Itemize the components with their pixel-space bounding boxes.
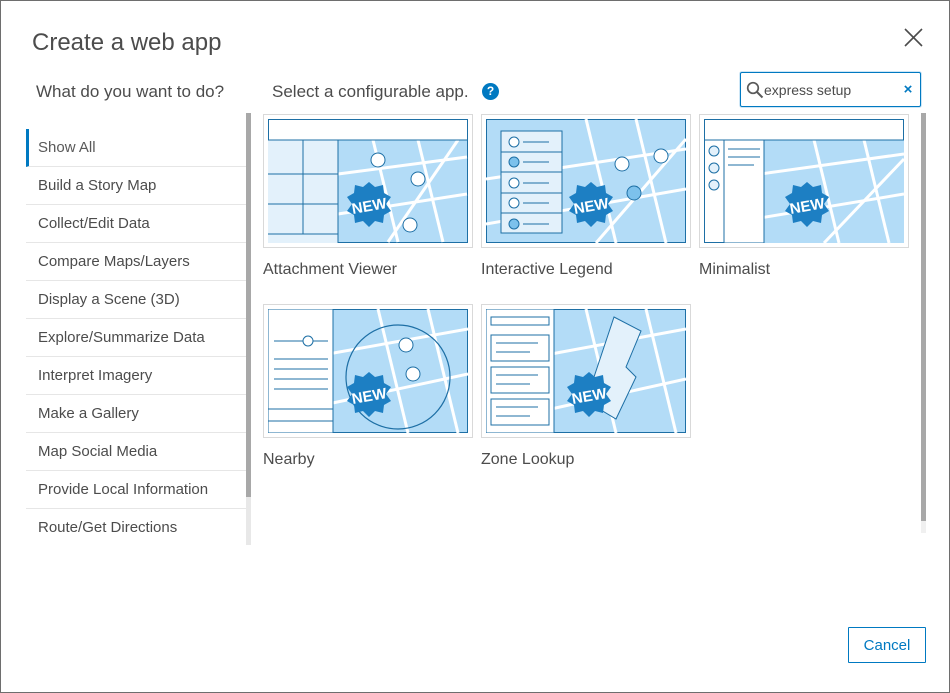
minimalist-thumbnail: NEW (699, 114, 909, 248)
sidebar-item-show-all[interactable]: Show All (26, 129, 246, 167)
search-icon (746, 81, 764, 99)
app-card-attachment-viewer[interactable]: NEW Attachment Viewer (263, 114, 473, 279)
select-app-label: Select a configurable app. (272, 82, 469, 101)
app-card-minimalist[interactable]: NEW Minimalist (699, 114, 909, 279)
clear-search-icon[interactable]: × (901, 82, 915, 98)
sidebar-item-explore-summarize[interactable]: Explore/Summarize Data (26, 319, 246, 357)
app-card-label: Zone Lookup (481, 451, 575, 468)
sidebar-item-provide-local-info[interactable]: Provide Local Information (26, 471, 246, 509)
search-input[interactable] (764, 79, 894, 101)
sidebar-item-display-scene[interactable]: Display a Scene (3D) (26, 281, 246, 319)
zone-lookup-thumbnail: NEW (481, 304, 691, 438)
sidebar-item-build-story-map[interactable]: Build a Story Map (26, 167, 246, 205)
app-card-label: Interactive Legend (481, 261, 613, 278)
search-box: × (740, 72, 921, 107)
category-sidebar: Show All Build a Story Map Collect/Edit … (26, 129, 246, 545)
apps-scrollbar-thumb[interactable] (921, 113, 926, 521)
nearby-thumbnail: NEW (263, 304, 473, 438)
app-card-nearby[interactable]: NEW Nearby (263, 304, 473, 469)
app-card-zone-lookup[interactable]: NEW Zone Lookup (481, 304, 691, 469)
category-question: What do you want to do? (36, 82, 225, 101)
app-card-label: Minimalist (699, 261, 771, 278)
sidebar-item-interpret-imagery[interactable]: Interpret Imagery (26, 357, 246, 395)
sidebar-item-make-gallery[interactable]: Make a Gallery (26, 395, 246, 433)
sidebar-item-compare-maps-layers[interactable]: Compare Maps/Layers (26, 243, 246, 281)
close-icon[interactable] (901, 25, 927, 51)
dialog-title: Create a web app (32, 29, 222, 56)
app-card-label: Nearby (263, 451, 315, 468)
cancel-button[interactable]: Cancel (848, 627, 926, 663)
sidebar-item-map-social-media[interactable]: Map Social Media (26, 433, 246, 471)
attachment-viewer-thumbnail: NEW (263, 114, 473, 248)
create-web-app-dialog: Create a web app What do you want to do?… (0, 0, 950, 693)
app-card-interactive-legend[interactable]: NEW Interactive Legend (481, 114, 691, 279)
help-icon[interactable]: ? (482, 83, 499, 100)
interactive-legend-thumbnail: NEW (481, 114, 691, 248)
sidebar-item-route-directions[interactable]: Route/Get Directions (26, 509, 246, 545)
app-card-label: Attachment Viewer (263, 261, 397, 278)
sidebar-scrollbar-thumb[interactable] (246, 113, 251, 497)
sidebar-item-collect-edit-data[interactable]: Collect/Edit Data (26, 205, 246, 243)
